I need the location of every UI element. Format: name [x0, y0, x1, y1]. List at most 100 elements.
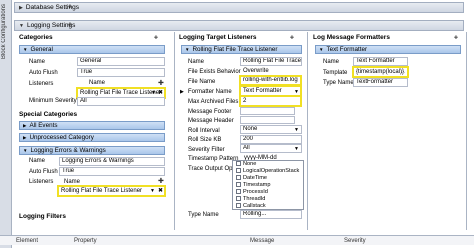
auto-flush-label: Auto Flush: [29, 169, 58, 175]
ellipsis-button-icon[interactable]: ...: [401, 69, 405, 75]
auto-flush-field[interactable]: True: [77, 68, 165, 77]
trace-option-item[interactable]: ThreadId: [233, 196, 303, 203]
name-label: Name: [29, 158, 46, 164]
dropdown-arrow-icon[interactable]: ▼: [294, 127, 299, 133]
expand-triangle-icon[interactable]: ▼: [319, 47, 323, 52]
file-name-label: File Name: [188, 79, 216, 85]
collapse-triangle-icon[interactable]: ▶: [23, 123, 26, 129]
trace-option-label: LogicalOperationStack: [243, 168, 300, 174]
max-archived-field[interactable]: 2: [239, 95, 302, 107]
logging-settings-section[interactable]: ▼ Logging Settings: [14, 20, 464, 31]
unprocessed-category-header[interactable]: ▶ Unprocessed Category: [19, 133, 165, 142]
checkbox-icon[interactable]: [236, 196, 241, 202]
expand-triangle-icon[interactable]: ▼: [19, 23, 24, 29]
dropdown-arrow-icon[interactable]: ▼: [150, 188, 155, 194]
plus-icon[interactable]: ✚: [150, 33, 162, 43]
checkbox-icon[interactable]: [236, 203, 241, 209]
message-footer-field[interactable]: [240, 107, 295, 115]
listener-name-field[interactable]: Rolling Flat File Trace Lis: [240, 57, 302, 66]
grid-column-severity[interactable]: Severity: [344, 238, 366, 244]
file-name-value: rolling-with-entlib.log: [243, 77, 298, 83]
add-listener-icon[interactable]: ✚: [158, 177, 164, 185]
checkbox-icon[interactable]: [236, 182, 241, 188]
unprocessed-category-label: Unprocessed Category: [29, 134, 94, 141]
grid-column-element[interactable]: Element: [16, 238, 74, 244]
name-label: Name: [323, 59, 340, 65]
text-formatter-header[interactable]: ▼ Text Formatter: [315, 45, 461, 54]
auto-flush-label: Auto Flush: [29, 70, 58, 76]
listeners-label: Listeners: [29, 179, 54, 185]
trace-option-item[interactable]: Callstack: [233, 203, 303, 210]
roll-interval-select[interactable]: None: [240, 125, 302, 134]
collapse-triangle-icon[interactable]: ▶: [23, 135, 26, 141]
database-settings-section[interactable]: ▶ Database Settings: [14, 2, 464, 13]
type-name-label: Type Name: [188, 212, 219, 218]
expand-triangle-icon[interactable]: ▼: [185, 47, 189, 52]
severity-filter-label: Severity Filter: [188, 147, 225, 153]
message-header-field[interactable]: [240, 116, 295, 124]
left-side-tab[interactable]: Block Configurations: [0, 0, 12, 248]
remove-listener-icon[interactable]: ✖: [158, 89, 163, 96]
severity-filter-value: All: [243, 145, 250, 151]
checkbox-icon[interactable]: [236, 168, 241, 174]
severity-filter-select[interactable]: All: [240, 144, 302, 153]
type-name-field[interactable]: Rolling...: [240, 210, 302, 219]
all-events-header[interactable]: ▶ All Events: [19, 121, 165, 130]
dropdown-arrow-icon[interactable]: ▼: [294, 146, 299, 152]
general-category-header[interactable]: ▼ General: [19, 45, 165, 54]
category-name-field[interactable]: General: [77, 57, 165, 66]
rolling-listener-header-label: Rolling Flat File Trace Listener: [192, 46, 278, 53]
roll-size-field[interactable]: 200: [240, 135, 302, 144]
all-events-label: All Events: [29, 122, 58, 129]
logging-errors-header[interactable]: ▼ Logging Errors & Warnings: [19, 146, 165, 155]
side-tab-label: Block Configurations: [1, 4, 7, 60]
grid-column-message[interactable]: Message: [250, 238, 344, 244]
plus-icon[interactable]: ✚: [64, 20, 76, 30]
max-archived-value: 2: [243, 98, 247, 104]
trace-options-list[interactable]: None LogicalOperationStack DateTime Timesta…: [232, 160, 304, 210]
formatter-name-field[interactable]: Text Formatter: [353, 57, 408, 66]
trace-option-item[interactable]: Timestamp: [233, 182, 303, 189]
minimum-severity-field[interactable]: All: [77, 97, 165, 106]
plus-icon[interactable]: ✚: [286, 33, 298, 43]
dropdown-arrow-icon[interactable]: ▼: [151, 90, 156, 96]
file-exists-value[interactable]: Overwrite: [243, 68, 269, 74]
checkbox-icon[interactable]: [236, 189, 241, 195]
logging-errors-label: Logging Errors & Warnings: [30, 147, 106, 154]
listeners-label: Listeners: [29, 81, 54, 87]
expand-triangle-icon[interactable]: ▼: [23, 148, 27, 153]
formatters-title: Log Message Formatters: [313, 34, 390, 41]
roll-interval-value: None: [243, 126, 258, 132]
name-label: Name: [188, 59, 205, 65]
checkbox-icon[interactable]: [236, 175, 241, 181]
error-grid-header: Element Property Message Severity: [0, 235, 474, 245]
formatter-name-label: Formatter Name: [188, 89, 232, 95]
formatter-type-name-field[interactable]: TextFormatter: [353, 78, 408, 87]
remove-listener-icon[interactable]: ✖: [158, 187, 163, 194]
collapse-triangle-icon[interactable]: ▶: [19, 5, 23, 11]
trace-option-item[interactable]: None: [233, 161, 303, 168]
name-label: Name: [29, 59, 46, 65]
errors-auto-flush-field[interactable]: True: [59, 167, 165, 176]
errors-name-field[interactable]: Logging Errors & Warnings: [59, 157, 165, 166]
expand-triangle-icon[interactable]: ▼: [23, 47, 27, 52]
general-header-label: General: [30, 46, 53, 53]
plus-icon[interactable]: ✚: [450, 33, 462, 43]
target-listeners-title: Logging Target Listeners: [179, 34, 257, 41]
type-name-label: Type Name: [323, 80, 354, 86]
trace-option-label: ThreadId: [243, 196, 266, 202]
plus-icon[interactable]: ✚: [64, 2, 76, 12]
checkbox-icon[interactable]: [236, 161, 241, 167]
grid-column-property[interactable]: Property: [74, 238, 250, 244]
add-listener-icon[interactable]: ✚: [158, 79, 164, 87]
rolling-listener-header[interactable]: ▼ Rolling Flat File Trace Listener: [181, 45, 302, 54]
trace-option-label: DateTime: [243, 175, 268, 181]
trace-option-item[interactable]: ProcessId: [233, 189, 303, 196]
roll-interval-label: Roll Interval: [188, 128, 220, 134]
max-archived-label: Max Archived Files: [188, 99, 239, 105]
trace-option-label: ProcessId: [243, 189, 268, 195]
trace-option-item[interactable]: LogicalOperationStack: [233, 168, 303, 175]
trace-option-item[interactable]: DateTime: [233, 175, 303, 182]
categories-title: Categories: [19, 34, 53, 41]
template-value: {timestamp(local)}: [356, 69, 405, 75]
